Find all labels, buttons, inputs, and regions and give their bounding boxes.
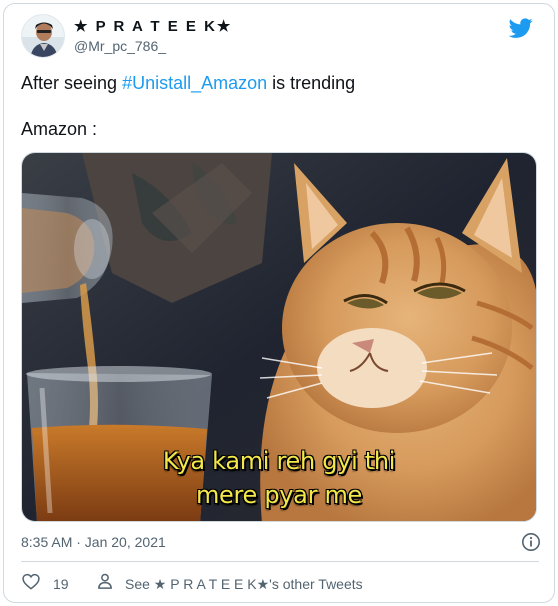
hashtag-link[interactable]: #Unistall_Amazon: [122, 73, 267, 93]
tweet-text-suffix: is trending: [267, 73, 356, 93]
tweet-text-prefix: After seeing: [21, 73, 123, 93]
media-caption-line-1: Kya kami reh gyi thi: [162, 447, 396, 475]
tweet-media-image[interactable]: Kya kami reh gyi thi mere pyar me: [21, 152, 537, 522]
tweet-text-line-2: Amazon :: [21, 119, 98, 139]
tweet-timestamp[interactable]: 8:35 AM · Jan 20, 2021: [21, 534, 166, 550]
divider: [21, 561, 539, 562]
info-icon[interactable]: [521, 532, 541, 552]
tweet-text: After seeing #Unistall_Amazon is trendin…: [21, 71, 541, 141]
author-display-name[interactable]: ★ P R A T E E K★: [74, 18, 232, 36]
heart-icon: [21, 571, 41, 596]
author-handle[interactable]: @Mr_pc_786_: [74, 37, 232, 55]
author-other-tweets-label: See ★ P R A T E E K★'s other Tweets: [125, 575, 363, 592]
tweet-text-spacer: [21, 95, 541, 117]
tweet-header: ★ P R A T E E K★ @Mr_pc_786_: [21, 14, 541, 66]
author-other-tweets-link[interactable]: See ★ P R A T E E K★'s other Tweets: [95, 571, 363, 596]
person-icon: [95, 571, 115, 596]
tweet-card: ★ P R A T E E K★ @Mr_pc_786_ After seein…: [3, 3, 555, 603]
twitter-bird-icon[interactable]: [508, 16, 533, 40]
media-caption-line-2: mere pyar me: [195, 481, 363, 509]
like-count: 19: [53, 575, 69, 592]
tweet-meta: 8:35 AM · Jan 20, 2021: [21, 532, 541, 554]
avatar[interactable]: [21, 14, 65, 58]
tweet-actions: 19 See ★ P R A T E E K★'s other Tweets: [21, 571, 541, 593]
like-button[interactable]: 19: [21, 571, 69, 596]
user-info[interactable]: ★ P R A T E E K★ @Mr_pc_786_: [74, 18, 232, 55]
tweet-text-line-1: After seeing #Unistall_Amazon is trendin…: [21, 71, 541, 95]
